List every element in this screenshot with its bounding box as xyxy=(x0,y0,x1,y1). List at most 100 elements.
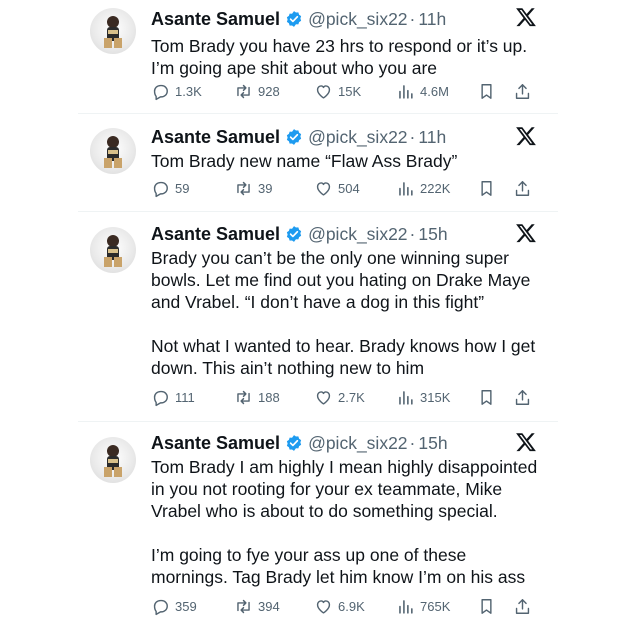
reply-button[interactable]: 359 xyxy=(151,596,197,616)
verified-badge-icon xyxy=(285,434,303,452)
tweet-text: Brady you can’t be the only one winning … xyxy=(151,248,536,378)
repost-count: 394 xyxy=(258,598,280,614)
reply-icon xyxy=(153,599,168,615)
like-icon xyxy=(316,181,331,196)
author-handle[interactable]: @pick_six22 xyxy=(308,224,407,245)
avatar[interactable] xyxy=(90,227,136,273)
repost-icon xyxy=(237,181,250,195)
views-button[interactable]: 765K xyxy=(396,596,450,616)
verified-badge-icon xyxy=(285,225,303,243)
bookmark-icon xyxy=(481,389,492,405)
like-button[interactable]: 2.7K xyxy=(314,387,365,407)
avatar[interactable] xyxy=(90,8,136,54)
like-button[interactable]: 6.9K xyxy=(314,596,365,616)
x-logo-icon xyxy=(515,222,537,244)
author-handle[interactable]: @pick_six22 xyxy=(308,433,407,454)
bookmark-button[interactable] xyxy=(477,178,496,198)
share-button[interactable] xyxy=(513,81,532,101)
author-name[interactable]: Asante Samuel xyxy=(151,433,280,454)
like-button[interactable]: 504 xyxy=(314,178,360,198)
author-name[interactable]: Asante Samuel xyxy=(151,127,280,148)
reply-icon xyxy=(153,181,168,197)
tweet-header: Asante Samuel @pick_six22 · 15h xyxy=(151,222,448,246)
views-button[interactable]: 315K xyxy=(396,387,450,407)
views-button[interactable]: 222K xyxy=(396,178,450,198)
views-count: 4.6M xyxy=(420,83,449,99)
timestamp[interactable]: 11h xyxy=(418,9,446,30)
like-count: 2.7K xyxy=(338,389,365,405)
repost-button[interactable]: 928 xyxy=(234,81,280,101)
repost-icon xyxy=(237,390,250,404)
like-count: 15K xyxy=(338,83,362,99)
views-icon xyxy=(399,181,413,196)
reply-icon xyxy=(153,390,168,406)
repost-count: 188 xyxy=(258,389,280,405)
bookmark-icon xyxy=(481,83,492,99)
reply-icon xyxy=(153,84,168,100)
separator-dot: · xyxy=(409,223,416,244)
repost-button[interactable]: 39 xyxy=(234,178,272,198)
bookmark-button[interactable] xyxy=(477,387,496,407)
like-count: 6.9K xyxy=(338,598,365,614)
views-count: 765K xyxy=(420,598,451,614)
share-button[interactable] xyxy=(513,596,532,616)
like-icon xyxy=(316,84,331,99)
repost-button[interactable]: 394 xyxy=(234,596,280,616)
reply-count: 1.3K xyxy=(175,83,202,99)
share-icon xyxy=(515,180,530,196)
separator-dot: · xyxy=(409,8,416,29)
reply-button[interactable]: 59 xyxy=(151,178,189,198)
tweet-actions: 1.3K 928 15K 4.6M xyxy=(151,81,541,101)
tweet-header: Asante Samuel @pick_six22 · 11h xyxy=(151,125,446,149)
reply-count: 359 xyxy=(175,598,197,614)
share-button[interactable] xyxy=(513,178,532,198)
reply-count: 59 xyxy=(175,180,190,196)
tweet-divider xyxy=(78,421,558,422)
like-count: 504 xyxy=(338,180,360,196)
like-icon xyxy=(316,390,331,405)
views-button[interactable]: 4.6M xyxy=(396,81,449,101)
share-icon xyxy=(515,598,530,614)
share-icon xyxy=(515,83,530,99)
repost-icon xyxy=(237,599,250,613)
separator-dot: · xyxy=(409,126,416,147)
avatar[interactable] xyxy=(90,128,136,174)
author-handle[interactable]: @pick_six22 xyxy=(308,127,407,148)
tweet-text: Tom Brady new name “Flaw Ass Brady” xyxy=(151,151,458,171)
reply-button[interactable]: 1.3K xyxy=(151,81,202,101)
repost-button[interactable]: 188 xyxy=(234,387,280,407)
verified-badge-icon xyxy=(285,128,303,146)
views-count: 315K xyxy=(420,389,451,405)
tweet-divider xyxy=(78,113,558,114)
timestamp[interactable]: 11h xyxy=(418,127,446,148)
avatar[interactable] xyxy=(90,437,136,483)
tweet-divider xyxy=(78,211,558,212)
bookmark-button[interactable] xyxy=(477,81,496,101)
views-count: 222K xyxy=(420,180,451,196)
verified-badge-icon xyxy=(285,10,303,28)
like-button[interactable]: 15K xyxy=(314,81,361,101)
views-icon xyxy=(399,84,413,99)
bookmark-button[interactable] xyxy=(477,596,496,616)
author-handle[interactable]: @pick_six22 xyxy=(308,9,407,30)
bookmark-icon xyxy=(481,180,492,196)
views-icon xyxy=(399,390,413,405)
views-icon xyxy=(399,599,413,614)
reply-button[interactable]: 111 xyxy=(151,387,195,407)
timestamp[interactable]: 15h xyxy=(418,224,447,245)
share-icon xyxy=(515,389,530,405)
timestamp[interactable]: 15h xyxy=(418,433,447,454)
tweet-header: Asante Samuel @pick_six22 · 11h xyxy=(151,7,446,31)
x-logo-icon xyxy=(515,125,537,147)
share-button[interactable] xyxy=(513,387,532,407)
author-name[interactable]: Asante Samuel xyxy=(151,9,280,30)
author-name[interactable]: Asante Samuel xyxy=(151,224,280,245)
tweet-actions: 359 394 6.9K 765K xyxy=(151,596,541,616)
separator-dot: · xyxy=(409,432,416,453)
bookmark-icon xyxy=(481,598,492,614)
tweet-text: Tom Brady I am highly I mean highly disa… xyxy=(151,457,538,587)
repost-count: 928 xyxy=(258,83,280,99)
tweet-actions: 59 39 504 222K xyxy=(151,178,541,198)
like-icon xyxy=(316,599,331,614)
tweet-text: Tom Brady you have 23 hrs to respond or … xyxy=(151,36,528,78)
